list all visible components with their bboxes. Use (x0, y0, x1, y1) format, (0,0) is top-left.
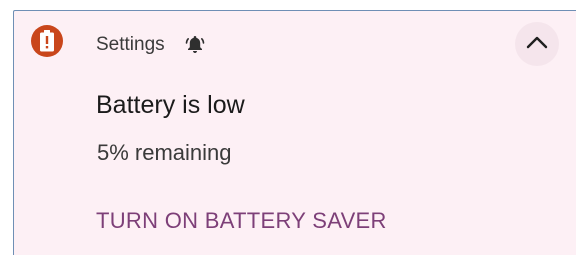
notification-text: 5% remaining (97, 140, 232, 165)
collapse-button[interactable] (515, 22, 559, 66)
battery-alert-icon (31, 25, 63, 57)
chevron-up-icon (526, 35, 548, 54)
bell-icon (185, 34, 205, 54)
app-name: Settings (96, 34, 165, 55)
notification-title: Battery is low (96, 91, 245, 119)
notification-card[interactable]: Settings Battery is low 5% remaining TUR… (13, 10, 576, 255)
turn-on-battery-saver-button[interactable]: TURN ON BATTERY SAVER (96, 208, 387, 234)
